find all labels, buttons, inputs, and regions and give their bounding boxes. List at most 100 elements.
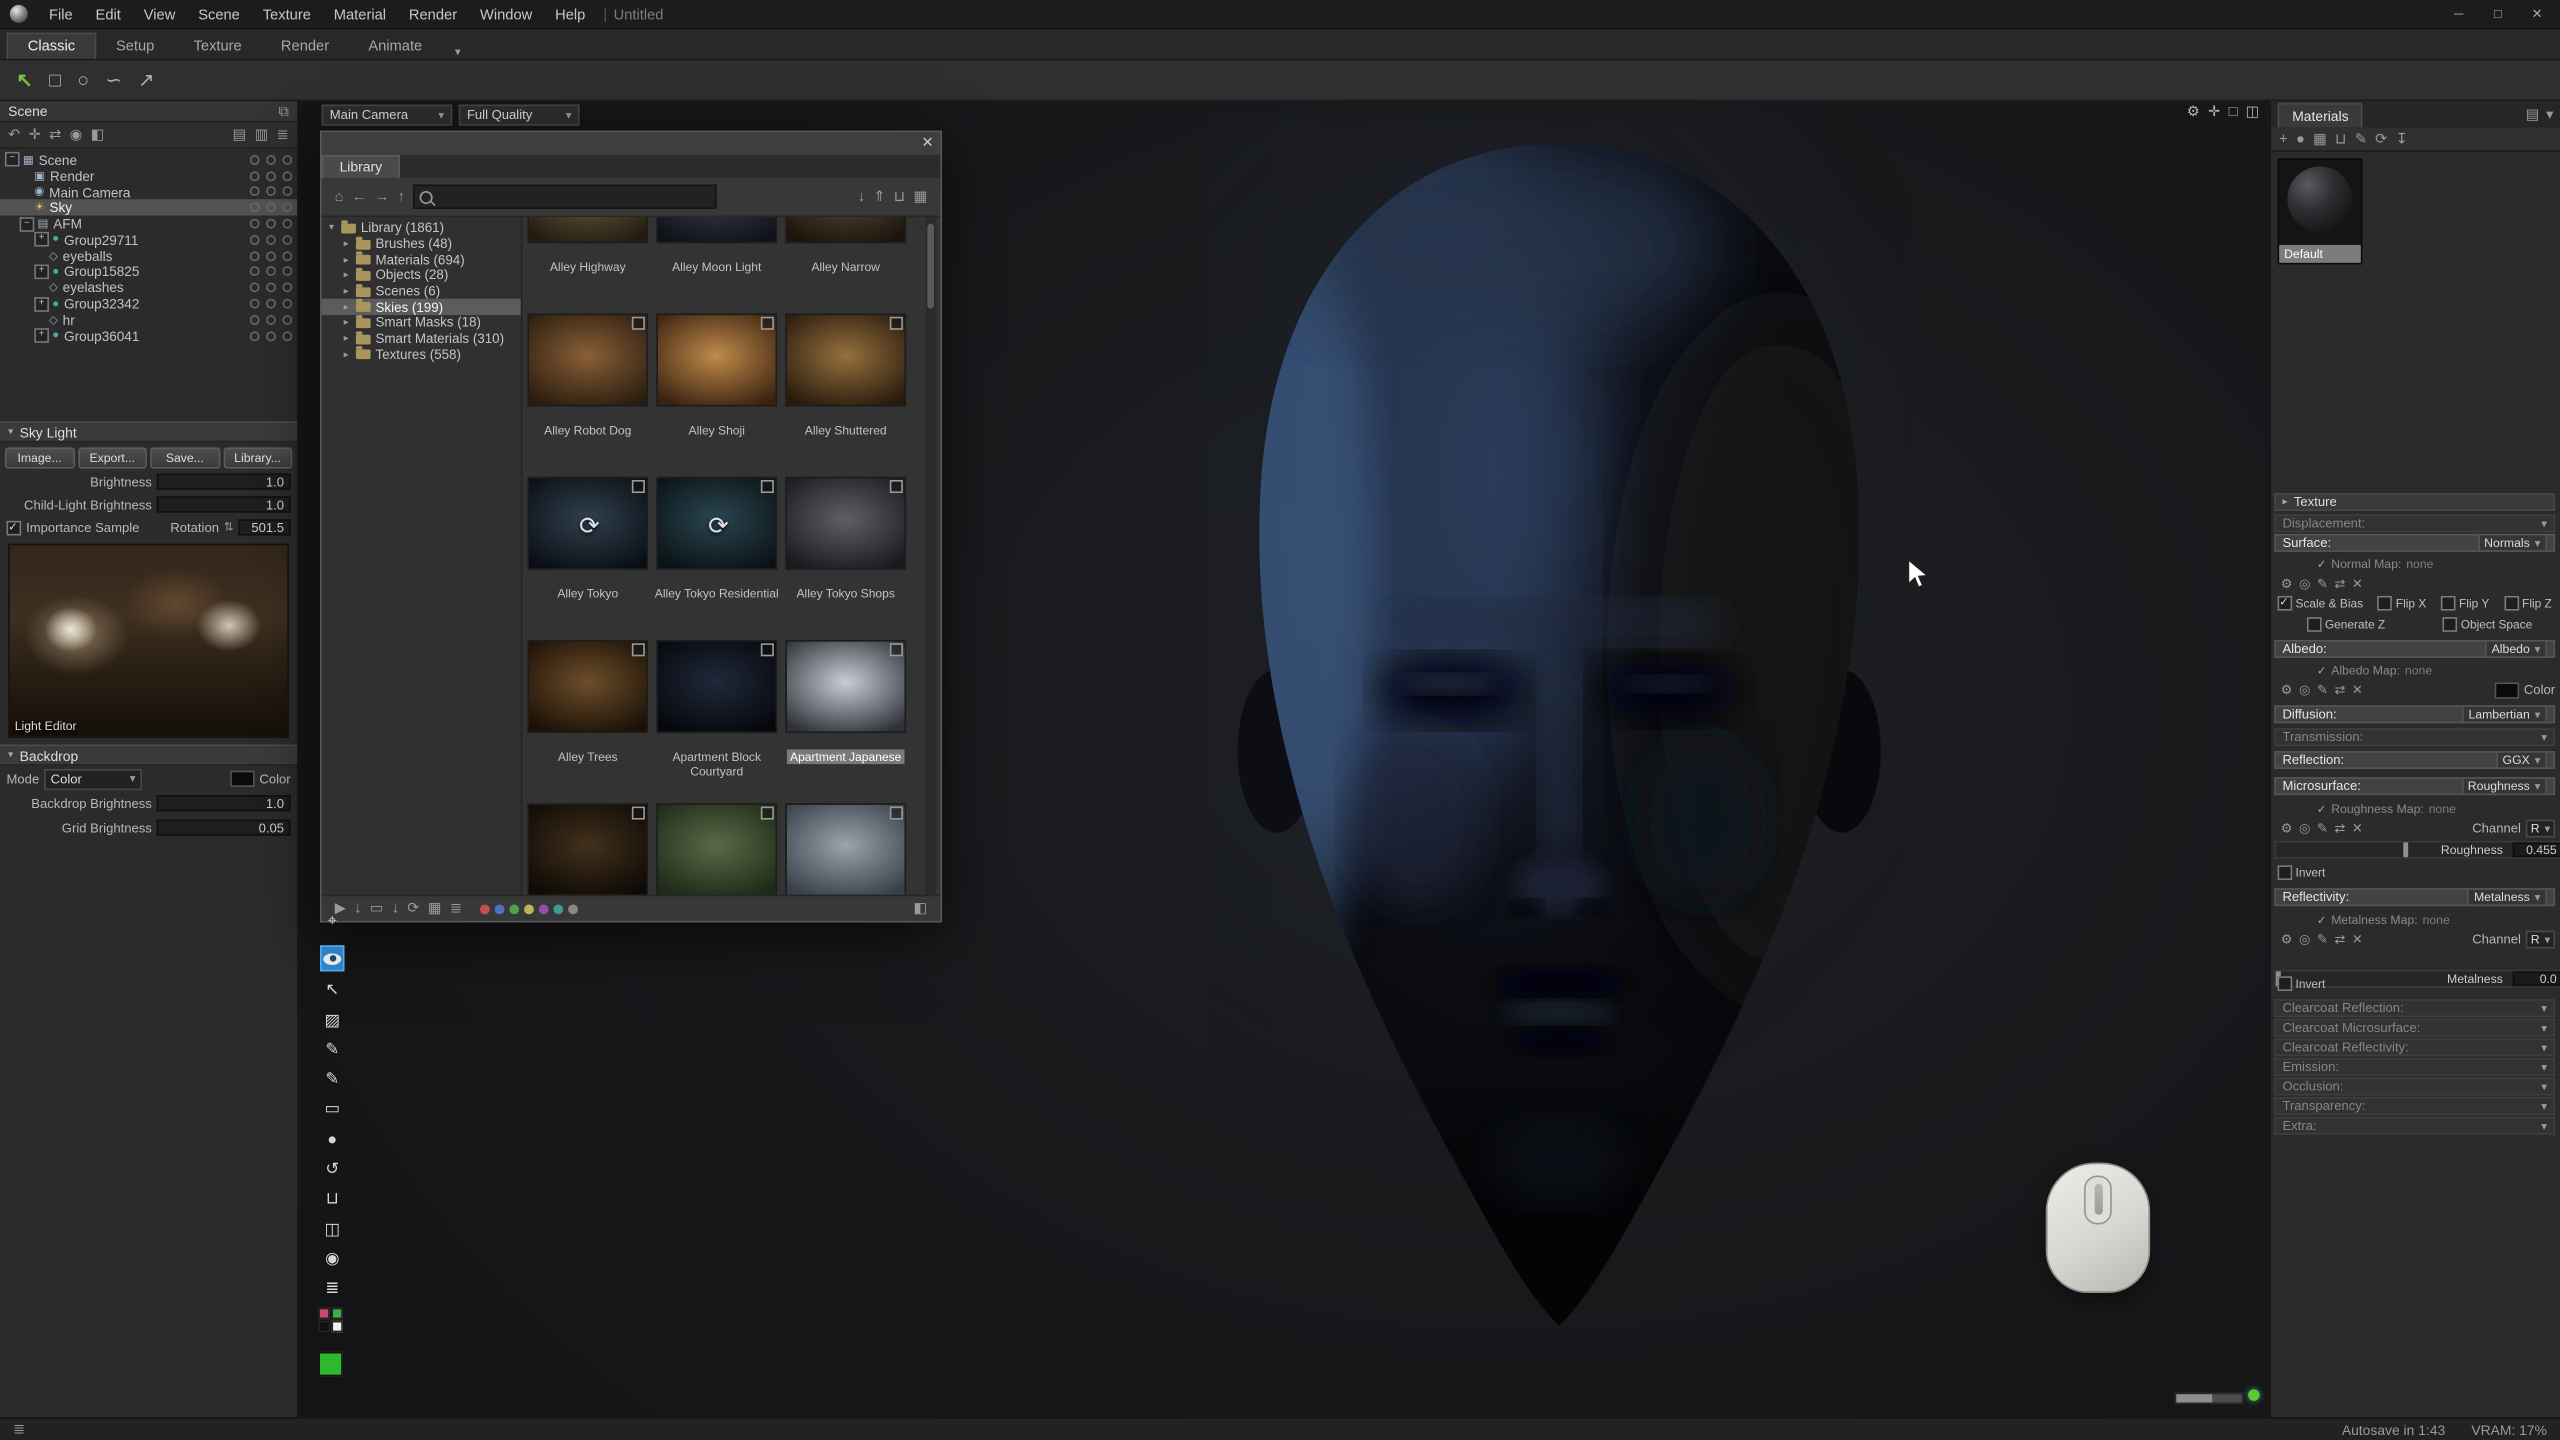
trash-icon[interactable]: ⊔ <box>320 1185 344 1211</box>
brush-icon[interactable]: ✎ <box>320 1037 344 1063</box>
visibility-toggle-icon[interactable] <box>266 235 276 245</box>
reflection-section-header[interactable]: Reflection: GGX▾ <box>2274 751 2555 769</box>
palette-color-swatch[interactable] <box>331 1308 342 1319</box>
delete-icon[interactable]: ⊔ <box>2335 131 2346 146</box>
flip-z-checkbox[interactable] <box>2504 596 2519 611</box>
thumbnail-checkbox[interactable] <box>761 643 774 656</box>
folder-expander-icon[interactable]: ▸ <box>341 286 351 297</box>
tab-render[interactable]: Render <box>261 34 348 58</box>
tag-color-dot[interactable] <box>539 904 549 914</box>
section-transparency[interactable]: Transparency:▾ <box>2274 1097 2555 1115</box>
list-icon[interactable]: ≣ <box>277 127 289 142</box>
tab-materials[interactable]: Materials <box>2278 103 2364 127</box>
library-thumbnail[interactable] <box>527 313 648 406</box>
object-space-checkbox[interactable] <box>2443 617 2458 632</box>
roughness-value-field[interactable]: 0.455 <box>2513 842 2560 857</box>
split-view-icon[interactable]: ◫ <box>2246 104 2260 119</box>
tree-item-group32342[interactable]: +●Group32342 <box>0 296 297 312</box>
library-folder-brushes[interactable]: ▸Brushes (48) <box>322 236 521 252</box>
lock-toggle-icon[interactable] <box>250 203 260 213</box>
close-icon[interactable]: ✕ <box>922 134 934 152</box>
tree-item-sky[interactable]: ☀Sky <box>0 200 297 216</box>
render-toggle-icon[interactable] <box>282 331 292 341</box>
library-item[interactable]: ⟳Alley Tokyo Residential <box>656 477 777 640</box>
tab-setup[interactable]: Setup <box>96 34 174 58</box>
search-input[interactable] <box>437 188 710 206</box>
rect-select-icon[interactable]: □ <box>49 70 61 90</box>
tree-item-eyeballs[interactable]: ◇eyeballs <box>0 248 297 264</box>
tab-classic[interactable]: Classic <box>7 33 97 59</box>
trash-icon[interactable]: ⊔ <box>894 189 905 204</box>
library-item[interactable] <box>785 803 906 896</box>
ellipse-select-icon[interactable]: ○ <box>77 70 89 90</box>
expander-icon[interactable]: − <box>20 216 35 231</box>
import-icon[interactable]: ↓ <box>858 189 865 204</box>
render-toggle-icon[interactable] <box>282 299 292 309</box>
menu-item-edit[interactable]: Edit <box>84 6 132 22</box>
albedo-color-swatch[interactable] <box>2494 682 2518 698</box>
library-folder-smart[interactable]: ▸Smart Materials (310) <box>322 331 521 347</box>
select-arrow-icon[interactable]: ↖ <box>16 70 32 90</box>
tag-color-dot[interactable] <box>480 904 490 914</box>
maximize-view-icon[interactable]: □ <box>2229 104 2238 119</box>
flip-y-checkbox[interactable] <box>2441 596 2456 611</box>
tree-item-main-camera[interactable]: ◉Main Camera <box>0 184 297 200</box>
close-icon[interactable]: ✕ <box>2521 2 2554 25</box>
library-item[interactable] <box>656 803 777 896</box>
albedo-model-dropdown[interactable]: Albedo▾ <box>2485 640 2547 658</box>
thumbnail-checkbox[interactable] <box>890 480 903 493</box>
displacement-section-header[interactable]: Displacement: ▾ <box>2274 514 2555 532</box>
library-folder-textures[interactable]: ▸Textures (558) <box>322 347 521 363</box>
list-view-icon[interactable]: ≣ <box>450 901 462 916</box>
tag-color-dot[interactable] <box>509 904 519 914</box>
albedo-section-header[interactable]: Albedo: Albedo▾ <box>2274 640 2555 658</box>
surface-model-dropdown[interactable]: Normals▾ <box>2478 534 2547 552</box>
rotation-stepper[interactable]: ⇅ <box>224 521 234 534</box>
visibility-toggle-icon[interactable] <box>266 155 276 165</box>
expander-icon[interactable]: + <box>34 328 49 343</box>
lock-toggle-icon[interactable] <box>250 331 260 341</box>
folder-expander-icon[interactable]: ▸ <box>341 302 351 313</box>
folder-expander-icon[interactable]: ▸ <box>341 270 351 281</box>
section-clearcoat-reflection[interactable]: Clearcoat Reflection:▾ <box>2274 999 2555 1017</box>
visibility-toggle-icon[interactable] <box>266 203 276 213</box>
paint-icon[interactable]: ✎ <box>2355 131 2367 146</box>
move-icon[interactable]: ✛ <box>2208 104 2220 119</box>
library-thumbnail[interactable] <box>785 477 906 570</box>
tag-color-dot[interactable] <box>554 904 564 914</box>
link-icon[interactable]: ⇄ <box>2334 683 2345 696</box>
roughness-channel-dropdown[interactable]: R▾ <box>2526 820 2555 838</box>
diffusion-section-header[interactable]: Diffusion: Lambertian▾ <box>2274 705 2555 723</box>
status-menu-icon[interactable]: ≣ <box>13 1422 25 1437</box>
library-item[interactable]: Alley Robot Dog <box>527 313 648 476</box>
link-icon[interactable]: ⇄ <box>49 127 61 142</box>
backdrop-brightness-field[interactable]: 1.0 <box>157 795 291 811</box>
library-folder-library[interactable]: ▾Library (1861) <box>322 220 521 236</box>
expander-icon[interactable]: − <box>5 152 20 167</box>
clear-icon[interactable]: ✕ <box>2352 577 2363 590</box>
library-item[interactable]: Alley Narrow <box>785 217 906 313</box>
zoom-icon[interactable]: ◎ <box>2299 822 2310 835</box>
menu-item-window[interactable]: Window <box>469 6 544 22</box>
maximize-icon[interactable]: □ <box>2482 2 2515 25</box>
primary-color-swatch[interactable] <box>318 1352 342 1376</box>
sky-image-button[interactable]: Image... <box>5 447 74 468</box>
fill-icon[interactable]: ▨ <box>320 1007 344 1033</box>
transmission-section-header[interactable]: Transmission: ▾ <box>2274 728 2555 746</box>
clipboard-icon[interactable]: ▥ <box>255 127 269 142</box>
section-occlusion[interactable]: Occlusion:▾ <box>2274 1078 2555 1096</box>
back-icon[interactable]: ← <box>352 189 367 204</box>
refresh-icon[interactable]: ⟳ <box>2375 131 2387 146</box>
menu-icon[interactable]: ▾ <box>2546 108 2553 123</box>
save-icon[interactable]: ↧ <box>2396 131 2408 146</box>
render-toggle-icon[interactable] <box>282 187 292 197</box>
bucket-icon[interactable]: ◫ <box>320 1216 344 1242</box>
tree-item-group29711[interactable]: +●Group29711 <box>0 232 297 248</box>
library-item[interactable]: Alley Shuttered <box>785 313 906 476</box>
link-icon[interactable]: ⇄ <box>2334 577 2345 590</box>
isolate-icon[interactable]: ◧ <box>91 127 105 142</box>
library-thumbnail[interactable] <box>785 803 906 896</box>
expander-icon[interactable]: + <box>34 232 49 247</box>
folder-expander-icon[interactable]: ▾ <box>327 223 337 234</box>
normal-map-row[interactable]: ✓ Normal Map: none <box>2274 555 2555 573</box>
